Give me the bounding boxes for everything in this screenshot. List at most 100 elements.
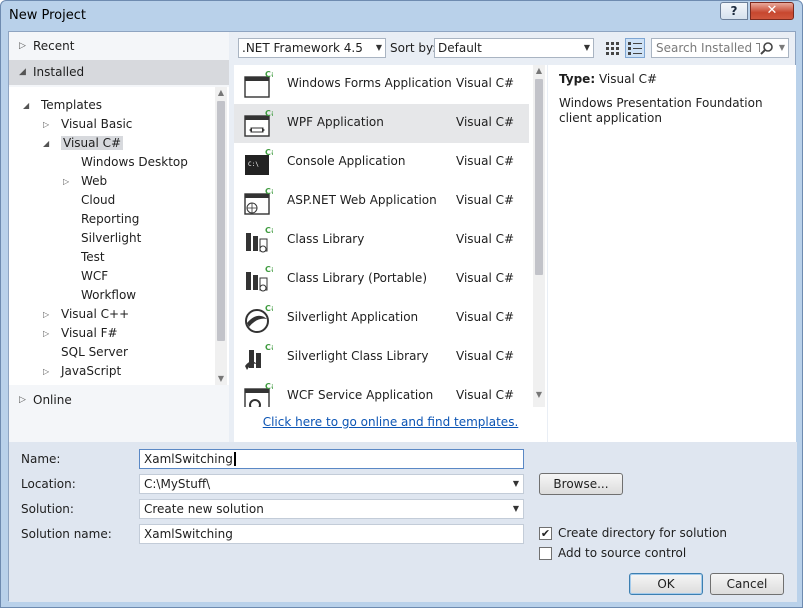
section-installed-label: Installed bbox=[33, 65, 85, 79]
solution-name-label: Solution name: bbox=[21, 527, 112, 541]
winforms-icon: C# bbox=[243, 69, 278, 99]
template-item[interactable]: C# Class Library (Portable) Visual C# bbox=[234, 260, 529, 299]
svg-text:C#: C# bbox=[265, 109, 273, 118]
tree-item[interactable]: Windows Desktop bbox=[63, 153, 188, 172]
tree-item[interactable]: SQL Server bbox=[43, 343, 128, 362]
ok-button[interactable]: OK bbox=[629, 573, 703, 595]
template-item[interactable]: C# Class Library Visual C# bbox=[234, 221, 529, 260]
template-language: Visual C# bbox=[456, 115, 515, 129]
tree-item[interactable]: ▷ JavaScript bbox=[43, 362, 121, 381]
chevron-down-icon: ▼ bbox=[583, 43, 590, 52]
solution-select[interactable]: Create new solution ▼ bbox=[139, 499, 524, 519]
tree-item[interactable]: ▷ Visual C++ bbox=[43, 305, 129, 324]
chevron-down-icon[interactable]: ▼ bbox=[778, 39, 785, 57]
scroll-thumb[interactable] bbox=[535, 79, 543, 275]
section-installed[interactable]: ◢ Installed bbox=[9, 60, 229, 85]
template-item[interactable]: C# Silverlight Class Library Visual C# bbox=[234, 338, 529, 377]
template-item[interactable]: C# WPF Application Visual C# bbox=[234, 104, 529, 143]
template-name: WPF Application bbox=[287, 115, 384, 129]
scroll-up-icon[interactable]: ▲ bbox=[215, 87, 227, 99]
sort-by-label: Sort by: bbox=[390, 41, 437, 55]
template-scrollbar[interactable]: ▲ ▼ bbox=[533, 65, 545, 407]
find-online-templates-link[interactable]: Click here to go online and find templat… bbox=[234, 407, 547, 442]
search-icon[interactable] bbox=[760, 41, 774, 55]
silverlight-icon: C# bbox=[243, 303, 278, 333]
sort-value: Default bbox=[438, 41, 482, 55]
template-item[interactable]: C# Windows Forms Application Visual C# bbox=[234, 65, 529, 104]
toolbar: .NET Framework 4.5 ▼ Sort by: Default ▼ bbox=[234, 38, 794, 60]
collapse-arrow-icon[interactable]: ◢ bbox=[43, 134, 49, 153]
tree-item[interactable]: ▷ Visual F# bbox=[43, 324, 118, 343]
tree-item-label: Web bbox=[81, 174, 108, 188]
tree-item[interactable]: ▷ Web bbox=[63, 172, 107, 191]
cancel-button[interactable]: Cancel bbox=[710, 573, 784, 595]
template-name: ASP.NET Web Application bbox=[287, 193, 437, 207]
source-control-checkbox[interactable] bbox=[539, 547, 552, 560]
template-name: Silverlight Application bbox=[287, 310, 419, 324]
tree-item[interactable]: Cloud bbox=[63, 191, 115, 210]
template-language: Visual C# bbox=[456, 349, 515, 363]
template-name: Windows Forms Application bbox=[287, 76, 452, 90]
svg-text:C#: C# bbox=[265, 382, 273, 391]
tree-scrollbar[interactable]: ▲ ▼ bbox=[215, 87, 227, 385]
tree-item-label: Workflow bbox=[81, 288, 137, 302]
chevron-down-icon[interactable]: ▼ bbox=[513, 500, 519, 518]
svg-text:C#: C# bbox=[265, 265, 273, 274]
template-item[interactable]: C# WCF Service Application Visual C# bbox=[234, 377, 529, 407]
tree-item[interactable]: ▷ Visual Basic bbox=[43, 115, 132, 134]
list-view-icon bbox=[628, 42, 642, 55]
section-recent[interactable]: ▷ Recent bbox=[9, 34, 229, 59]
scroll-down-icon[interactable]: ▼ bbox=[533, 389, 545, 401]
tree-item-label: Windows Desktop bbox=[81, 155, 188, 169]
tree-item-label: Visual F# bbox=[61, 326, 118, 340]
template-item[interactable]: C# Silverlight Application Visual C# bbox=[234, 299, 529, 338]
type-label: Type: bbox=[559, 72, 596, 86]
expand-arrow-icon[interactable]: ▷ bbox=[43, 324, 49, 343]
name-field[interactable]: XamlSwitching ​ bbox=[139, 449, 524, 469]
expand-arrow-icon[interactable]: ▷ bbox=[43, 305, 49, 324]
dialog-body: ▷ Recent ◢ Installed ◢ Templates ▷ Visual B… bbox=[8, 31, 797, 602]
expand-arrow-icon[interactable]: ▷ bbox=[43, 362, 49, 381]
section-online[interactable]: ▷ Online bbox=[9, 388, 229, 413]
tree-item[interactable]: WCF bbox=[63, 267, 108, 286]
framework-select[interactable]: .NET Framework 4.5 ▼ bbox=[238, 38, 386, 58]
source-control-label[interactable]: Add to source control bbox=[558, 546, 686, 560]
tree-item[interactable]: ◢ Templates bbox=[23, 96, 102, 115]
help-button[interactable]: ? bbox=[720, 2, 748, 20]
template-list: C# Windows Forms Application Visual C# C# WP… bbox=[234, 65, 547, 407]
medium-icons-view-button[interactable] bbox=[625, 38, 645, 58]
template-language: Visual C# bbox=[456, 154, 515, 168]
svg-text:C#: C# bbox=[265, 148, 273, 157]
svg-text:C#: C# bbox=[265, 304, 273, 313]
collapse-arrow-icon[interactable]: ◢ bbox=[23, 96, 29, 115]
browse-button[interactable]: Browse... bbox=[539, 473, 623, 495]
tree-item[interactable]: Test bbox=[63, 248, 105, 267]
tree-item[interactable]: ◢ Visual C# bbox=[43, 134, 124, 153]
location-label: Location: bbox=[21, 477, 76, 491]
chevron-down-icon: ▼ bbox=[375, 43, 382, 52]
small-icons-view-button[interactable] bbox=[602, 38, 622, 58]
tree-item[interactable]: Silverlight bbox=[63, 229, 141, 248]
left-panel: ▷ Recent ◢ Installed ◢ Templates ▷ Visual B… bbox=[9, 32, 229, 442]
scroll-thumb[interactable] bbox=[217, 101, 225, 341]
sort-select[interactable]: Default ▼ bbox=[434, 38, 594, 58]
tree-item[interactable]: Reporting bbox=[63, 210, 139, 229]
grid-view-icon bbox=[606, 42, 619, 55]
tree-item[interactable]: Workflow bbox=[63, 286, 136, 305]
project-form: Name: XamlSwitching ​ Location: C:\MyStu… bbox=[9, 442, 797, 602]
tree-item-label: SQL Server bbox=[61, 345, 128, 359]
close-button[interactable]: ✕ bbox=[750, 2, 794, 20]
create-directory-label[interactable]: Create directory for solution bbox=[558, 526, 727, 540]
search-input[interactable]: Search Installed Ter ▼ bbox=[651, 38, 789, 58]
chevron-down-icon[interactable]: ▼ bbox=[513, 475, 519, 493]
scroll-up-icon[interactable]: ▲ bbox=[533, 65, 545, 77]
template-item[interactable]: C# ASP.NET Web Application Visual C# bbox=[234, 182, 529, 221]
solution-name-field[interactable]: XamlSwitching bbox=[139, 524, 524, 544]
template-item[interactable]: C:\ C# Console Application Visual C# bbox=[234, 143, 529, 182]
scroll-down-icon[interactable]: ▼ bbox=[215, 373, 227, 385]
location-combo[interactable]: C:\MyStuff\ ▼ bbox=[139, 474, 524, 494]
create-directory-checkbox[interactable]: ✔ bbox=[539, 527, 552, 540]
expand-arrow-icon[interactable]: ▷ bbox=[63, 172, 69, 191]
expand-arrow-icon[interactable]: ▷ bbox=[43, 115, 49, 134]
search-placeholder: Search Installed Ter bbox=[656, 41, 774, 55]
